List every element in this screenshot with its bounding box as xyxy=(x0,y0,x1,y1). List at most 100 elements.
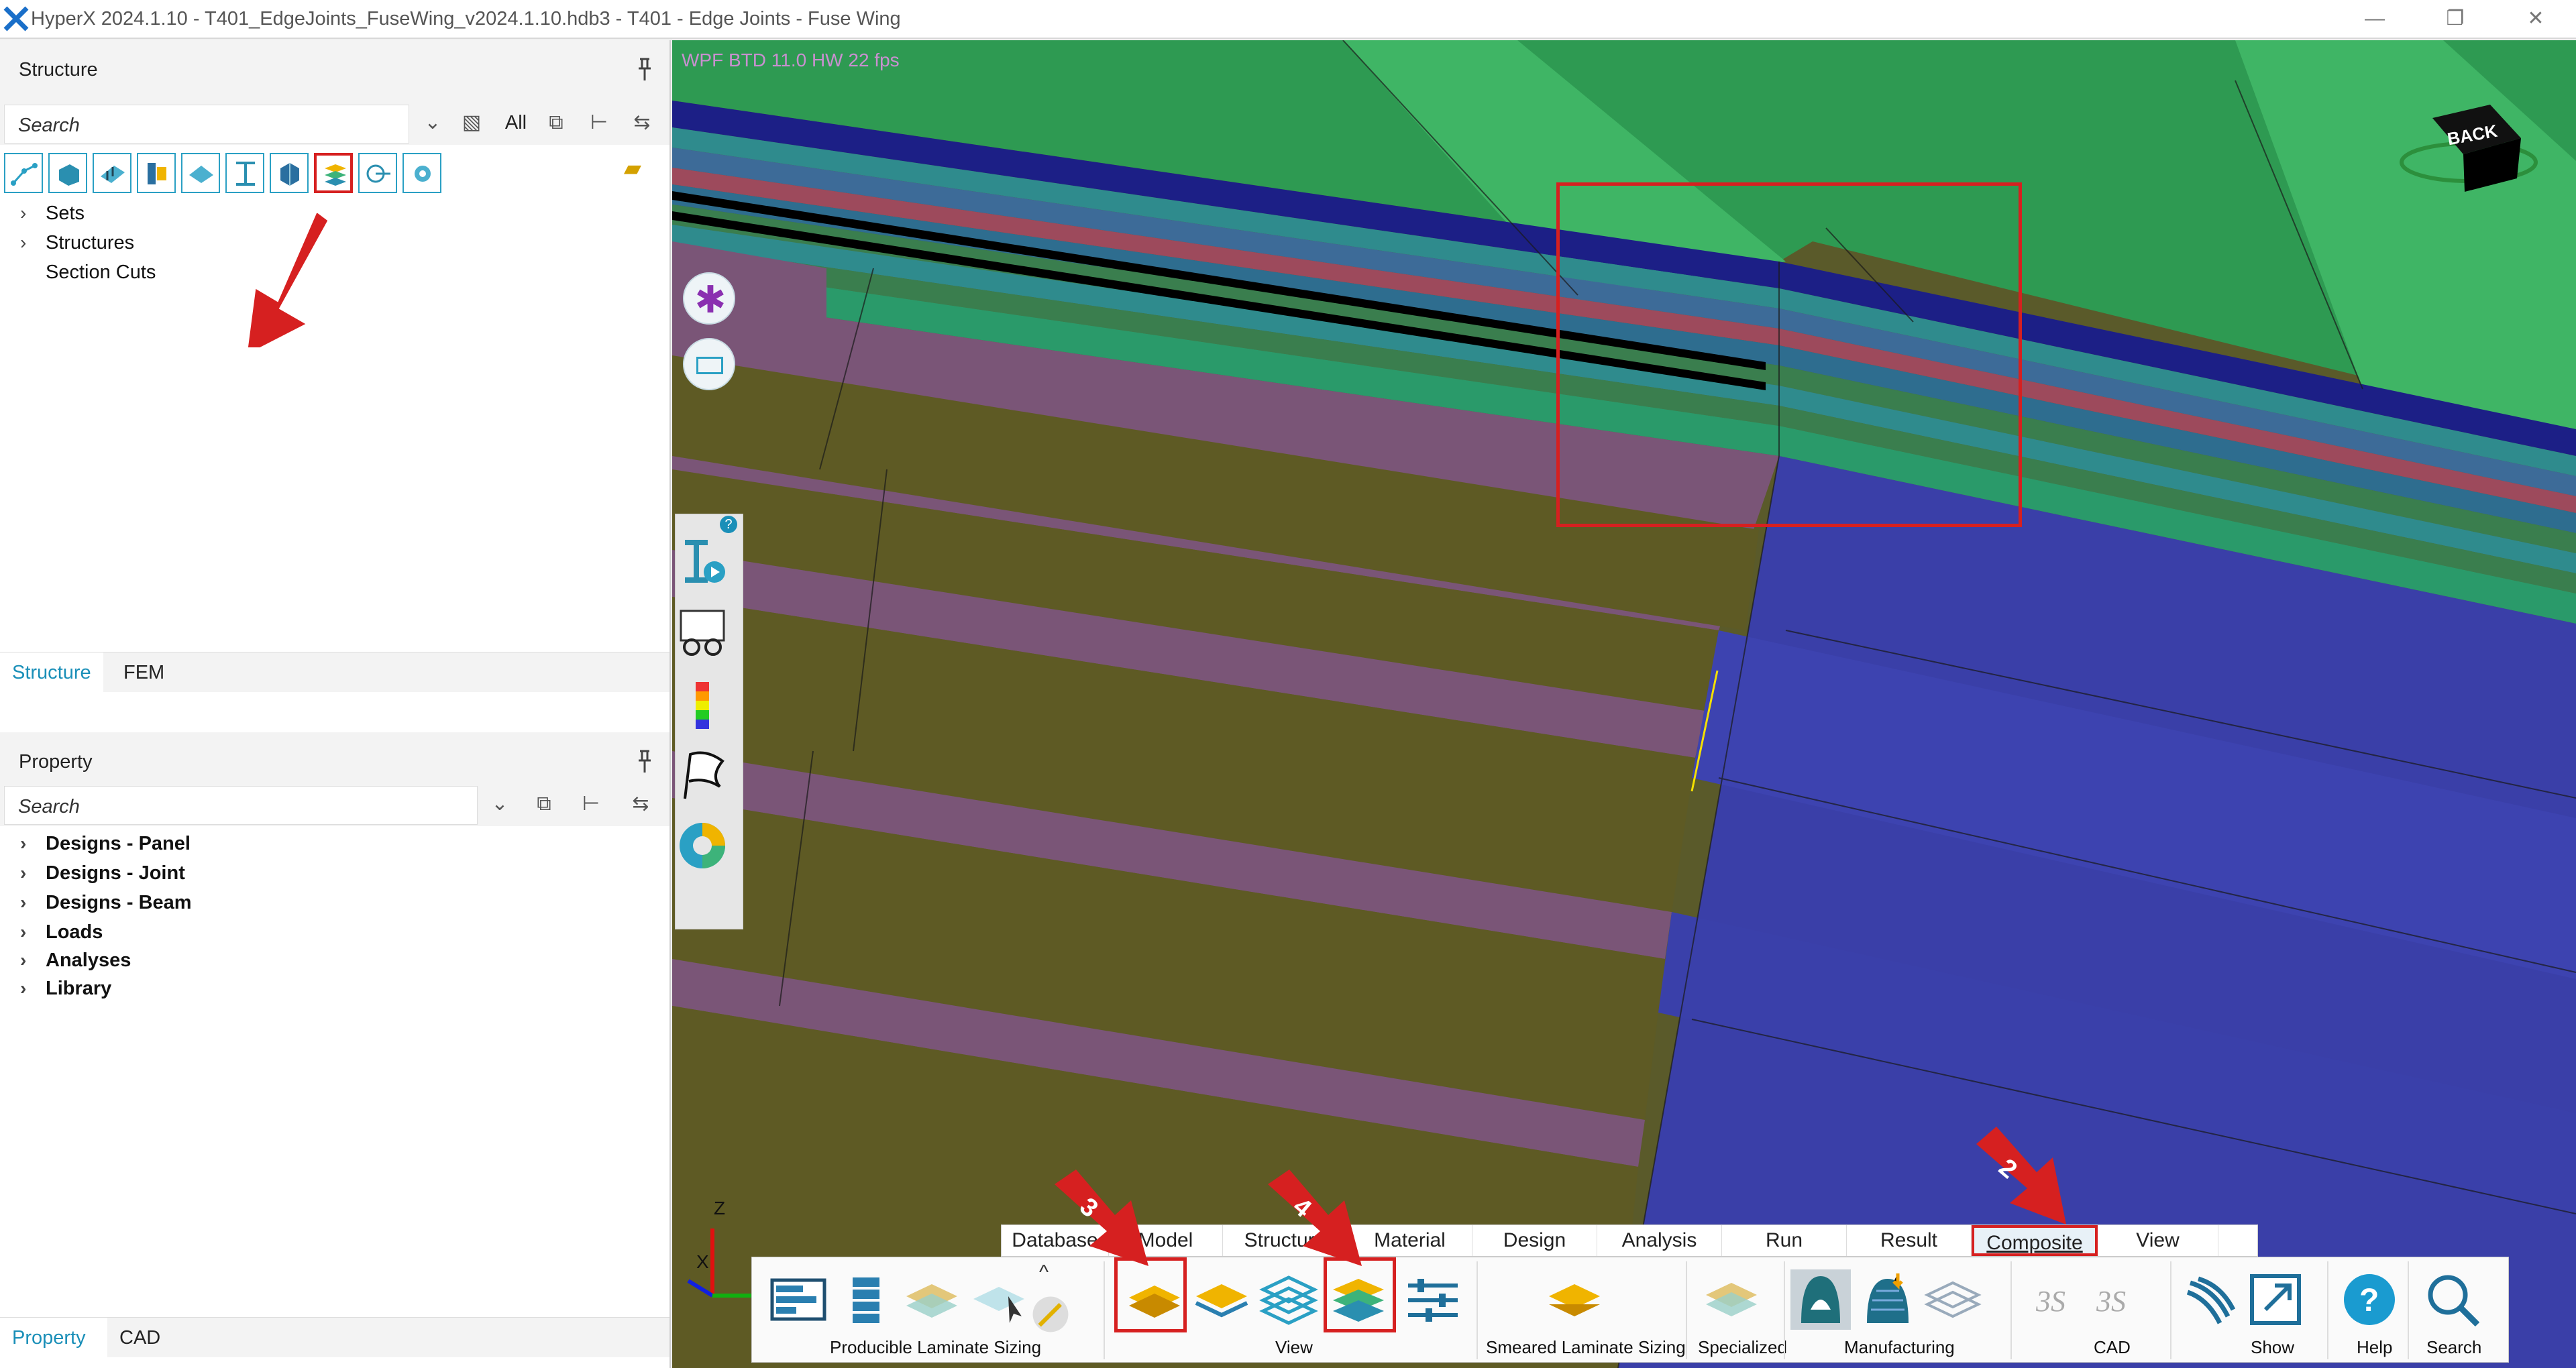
group-search: Search xyxy=(2426,1337,2482,1357)
hierarchy-icon[interactable]: ⊢ xyxy=(578,791,604,817)
chevron-right-icon[interactable]: › xyxy=(20,203,46,224)
collapse-chevron-icon[interactable]: ^ xyxy=(1039,1261,1049,1284)
tab-view[interactable]: View xyxy=(2098,1225,2218,1256)
layer-outline-icon[interactable] xyxy=(1258,1269,1318,1330)
restore-button[interactable]: ❐ xyxy=(2428,4,2482,34)
cube-filter-icon[interactable]: ▧ xyxy=(459,110,484,135)
asterisk-button[interactable]: ✱ xyxy=(683,272,735,325)
structure-search-row: Search ⌄ ▧ All ⧉ ⊢ ⇆ xyxy=(0,101,669,145)
wand-icon[interactable] xyxy=(1027,1291,1074,1338)
svg-text:?: ? xyxy=(2359,1283,2379,1318)
chevron-right-icon[interactable]: › xyxy=(20,950,46,971)
separator xyxy=(1686,1261,1687,1359)
group-cad: CAD xyxy=(2094,1337,2131,1357)
tree-item-structures[interactable]: › Structures xyxy=(20,232,134,254)
search-icon[interactable] xyxy=(2422,1269,2483,1330)
color-wheel-icon[interactable] xyxy=(676,819,729,872)
tree-item-library[interactable]: › Library xyxy=(20,978,111,1000)
gear-icon[interactable] xyxy=(402,153,441,193)
ibeam-play-icon[interactable] xyxy=(676,534,729,588)
show-layers-icon[interactable] xyxy=(2181,1269,2241,1330)
chevron-right-icon[interactable]: › xyxy=(20,921,46,943)
separator xyxy=(2170,1261,2171,1359)
sliders-icon[interactable] xyxy=(1403,1269,1463,1330)
glasses-icon[interactable] xyxy=(676,607,729,661)
solid-icon[interactable] xyxy=(48,153,87,193)
tab-cad[interactable]: CAD xyxy=(107,1318,172,1358)
asterisk-icon: ✱ xyxy=(694,278,727,321)
help-icon[interactable]: ? xyxy=(2339,1269,2400,1330)
tree-item-section-cuts[interactable]: Section Cuts xyxy=(20,262,156,284)
ribbon-tab-bar: Database Model Structure Material Design… xyxy=(1001,1224,2258,1257)
ibeam-icon[interactable] xyxy=(225,153,264,193)
help-badge-icon[interactable]: ? xyxy=(720,516,737,533)
chevron-right-icon[interactable]: › xyxy=(20,978,46,999)
plate-icon[interactable] xyxy=(181,153,220,193)
title-bar: HyperX 2024.1.10 - T401_EdgeJoints_FuseW… xyxy=(0,0,2576,39)
chevron-right-icon[interactable]: › xyxy=(20,862,46,884)
ply-select-icon[interactable] xyxy=(968,1269,1028,1330)
swap-icon[interactable]: ⇆ xyxy=(628,791,653,817)
pin-icon[interactable] xyxy=(635,748,655,775)
chevron-down-icon[interactable]: ⌄ xyxy=(487,791,513,817)
tab-composite[interactable]: Composite xyxy=(1972,1225,2098,1256)
laminate-table-icon[interactable] xyxy=(768,1269,828,1330)
color-legend-icon[interactable] xyxy=(676,679,729,733)
structure-tabs: Structure FEM xyxy=(0,652,669,693)
tab-property[interactable]: Property xyxy=(0,1318,107,1358)
drape-icon[interactable] xyxy=(1858,1269,1918,1330)
mold-icon[interactable] xyxy=(1790,1269,1851,1330)
tree-item-analyses[interactable]: › Analyses xyxy=(20,950,131,972)
cad-3ds-icon[interactable]: 3S xyxy=(2027,1269,2087,1330)
separator xyxy=(2408,1261,2409,1359)
render-stats: WPF BTD 11.0 HW 22 fps xyxy=(682,50,900,70)
tab-structure[interactable]: Structure xyxy=(0,652,103,693)
folder-add-icon[interactable]: ▰ xyxy=(620,156,645,181)
joint-icon[interactable] xyxy=(4,153,43,193)
swap-icon[interactable]: ⇆ xyxy=(629,110,655,135)
filter-all-button[interactable]: All xyxy=(499,110,533,135)
hyperx-logo-icon xyxy=(3,6,29,32)
chevron-down-icon[interactable]: ⌄ xyxy=(420,110,445,135)
svg-text:3S: 3S xyxy=(2035,1285,2065,1318)
copy-icon[interactable]: ⧉ xyxy=(531,791,557,817)
manufacturing-options-icon[interactable] xyxy=(1922,1269,1982,1330)
tab-analysis[interactable]: Analysis xyxy=(1597,1225,1722,1256)
smeared-laminate-icon[interactable] xyxy=(1544,1269,1604,1330)
cube-icon[interactable] xyxy=(270,153,309,193)
tab-fem[interactable]: FEM xyxy=(111,652,176,693)
tree-item-designs-beam[interactable]: › Designs - Beam xyxy=(20,892,192,914)
tab-run[interactable]: Run xyxy=(1722,1225,1847,1256)
chevron-right-icon[interactable]: › xyxy=(20,232,46,253)
select-rect-button[interactable] xyxy=(683,338,735,390)
ply-drop-icon[interactable] xyxy=(901,1269,961,1330)
close-button[interactable]: ✕ xyxy=(2509,4,2563,34)
laminate-layers-icon[interactable] xyxy=(314,153,353,193)
minimize-button[interactable]: — xyxy=(2348,4,2402,34)
layer-yellow-icon[interactable] xyxy=(1191,1269,1251,1330)
tree-item-designs-joint[interactable]: › Designs - Joint xyxy=(20,862,185,885)
chevron-right-icon[interactable]: › xyxy=(20,892,46,913)
flag-icon[interactable] xyxy=(676,749,729,803)
tab-result[interactable]: Result xyxy=(1847,1225,1972,1256)
3d-viewport[interactable]: WPF BTD 11.0 HW 22 fps BACK ✱ ? Z X xyxy=(672,40,2576,1368)
external-open-icon[interactable] xyxy=(2245,1269,2306,1330)
panel-icon[interactable] xyxy=(93,153,131,193)
beam-icon[interactable] xyxy=(137,153,176,193)
cad-3ds-export-icon[interactable]: 3S xyxy=(2087,1269,2147,1330)
specialized-icon[interactable] xyxy=(1701,1269,1761,1330)
structure-search-input[interactable]: Search xyxy=(4,105,409,144)
navcube-icon[interactable] xyxy=(2390,98,2551,205)
copy-icon[interactable]: ⧉ xyxy=(543,110,569,135)
tree-item-loads[interactable]: › Loads xyxy=(20,921,103,944)
tab-design[interactable]: Design xyxy=(1472,1225,1597,1256)
tree-item-designs-panel[interactable]: › Designs - Panel xyxy=(20,833,191,855)
hierarchy-icon[interactable]: ⊢ xyxy=(586,110,612,135)
tree-item-sets[interactable]: › Sets xyxy=(20,203,85,225)
chevron-right-icon[interactable]: › xyxy=(20,833,46,854)
property-tabs: Property CAD xyxy=(0,1317,669,1358)
pin-icon[interactable] xyxy=(635,56,655,83)
stack-icon[interactable] xyxy=(837,1269,897,1330)
fastener-icon[interactable] xyxy=(358,153,397,193)
property-search-input[interactable]: Search xyxy=(4,786,478,825)
